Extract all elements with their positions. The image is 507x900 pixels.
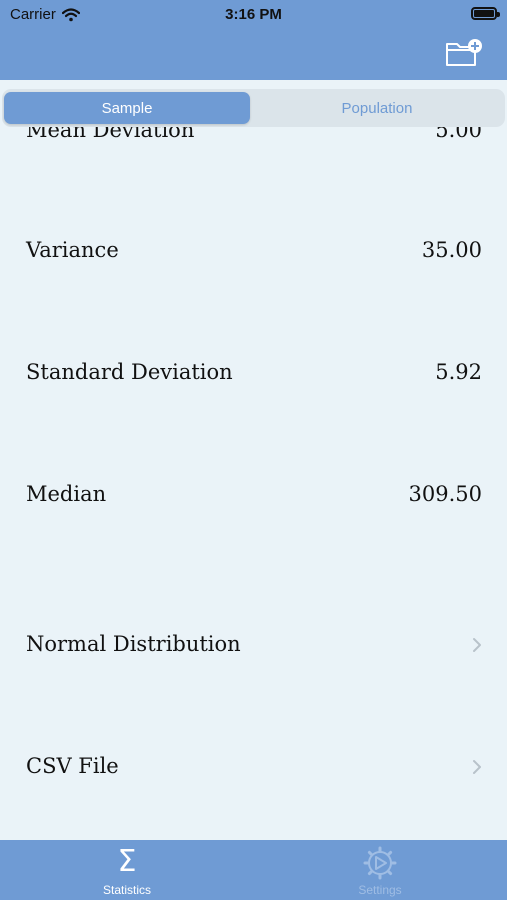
folder-add-icon[interactable]	[445, 38, 483, 68]
row-label: CSV File	[26, 754, 119, 778]
row-csv-file[interactable]: CSV File	[0, 754, 507, 782]
row-value: 5.92	[435, 360, 482, 384]
row-value: 35.00	[421, 238, 482, 262]
status-time: 3:16 PM	[225, 6, 282, 23]
tab-settings[interactable]: Settings	[253, 840, 507, 900]
battery-icon	[471, 7, 500, 20]
chevron-right-icon	[473, 760, 481, 774]
row-label: Median	[26, 482, 107, 506]
tab-label: Statistics	[102, 883, 151, 897]
row-label: Variance	[26, 238, 119, 262]
chevron-right-icon	[473, 638, 481, 652]
sigma-icon: Σ	[117, 844, 137, 879]
segment-container: Sample Population	[0, 80, 507, 136]
tab-label: Settings	[358, 883, 402, 897]
segment-sample[interactable]: Sample	[4, 92, 250, 124]
row-normal-distribution[interactable]: Normal Distribution	[0, 632, 507, 660]
row-value: 309.50	[408, 482, 482, 506]
tab-bar: Σ Statistics Settings	[0, 840, 507, 900]
row-label: Standard Deviation	[26, 360, 233, 384]
tab-statistics[interactable]: Σ Statistics	[0, 840, 254, 900]
segment-population[interactable]: Population	[254, 92, 500, 124]
row-variance: Variance 35.00	[0, 238, 507, 266]
row-median: Median 309.50	[0, 482, 507, 510]
gear-icon	[253, 846, 507, 885]
sample-population-segment: Sample Population	[2, 89, 505, 127]
navigation-bar: Carrier 3:16 PM	[0, 0, 507, 80]
row-standard-deviation: Standard Deviation 5.92	[0, 360, 507, 388]
row-label: Normal Distribution	[26, 632, 241, 656]
status-bar: Carrier 3:16 PM	[0, 0, 507, 28]
